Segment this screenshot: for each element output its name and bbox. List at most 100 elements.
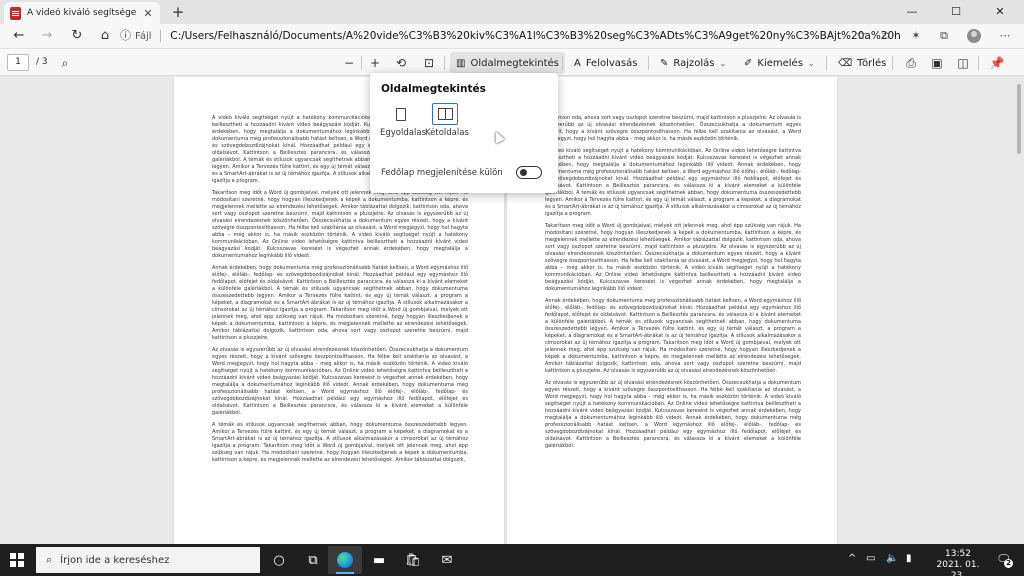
popup-title: Oldalmegtekintés (381, 83, 486, 95)
single-page-icon (387, 103, 413, 125)
read-aloud-button[interactable]: A Felolvasás (568, 52, 643, 74)
draw-label: Rajzolás (673, 57, 715, 69)
network-icon[interactable]: ▭ (866, 553, 875, 564)
scrollbar-thumb[interactable] (1017, 84, 1021, 154)
url-scheme-label: Fájl (135, 30, 152, 42)
info-icon[interactable]: ⓘ (120, 28, 131, 44)
toolbar-divider (562, 56, 563, 70)
mail-icon[interactable]: ✉ (430, 546, 464, 574)
store-icon[interactable]: 🛍 (396, 546, 430, 574)
paragraph: Annak érdekében, hogy dokumentuma még pr… (545, 298, 801, 374)
windows-start-icon[interactable] (10, 553, 24, 567)
edge-logo-icon (337, 552, 353, 568)
file-explorer-icon[interactable]: ▬ (362, 546, 396, 574)
favorites-icon[interactable]: ✶ (908, 28, 924, 44)
back-icon[interactable]: ← (10, 28, 28, 44)
two-page-option[interactable]: Kétoldalas (425, 103, 469, 138)
chevron-down-icon[interactable]: ⌄ (720, 59, 727, 68)
save-as-icon[interactable]: ◫ (954, 54, 972, 72)
page-view-icon: ▥ (456, 57, 466, 69)
erase-label: Törlés (857, 57, 887, 69)
paragraph: Az olvasás is egyszerűbb az új olvasási … (545, 380, 801, 449)
print-icon[interactable]: ⎙ (902, 54, 920, 72)
search-placeholder: Írjon ide a kereséshez (60, 554, 170, 566)
search-icon[interactable]: ⌕ (56, 54, 74, 72)
toolbar-divider (648, 56, 649, 70)
draw-button[interactable]: ✎ Rajzolás ⌄ (654, 52, 732, 74)
more-menu-icon[interactable]: ⋯ (997, 28, 1013, 44)
save-icon[interactable]: ▣ (928, 54, 946, 72)
new-tab-button[interactable]: + (168, 3, 188, 21)
two-page-label: Kétoldalas (425, 128, 469, 138)
zoom-out-icon[interactable]: − (340, 54, 358, 72)
collections-icon[interactable]: ⧉ (936, 28, 952, 44)
url-text: C:/Users/Felhasználó/Documents/A%20vide%… (170, 30, 900, 42)
forward-icon[interactable]: → (38, 28, 56, 44)
zoom-in-icon[interactable]: + (366, 54, 384, 72)
page-text: kattintson oda, ahova sort vagy oszlopot… (545, 115, 801, 455)
highlight-label: Kiemelés (757, 57, 803, 69)
paragraph: Az olvasás is egyszerűbb az új olvasási … (212, 347, 468, 416)
pin-icon[interactable]: 📌 (988, 54, 1006, 72)
cortana-icon[interactable]: ○ (262, 546, 296, 574)
maximize-button[interactable]: ☐ (934, 0, 978, 24)
battery-icon[interactable]: ▮ (906, 553, 912, 564)
taskbar-search-input[interactable]: ⌕ Írjon ide a kereséshez (36, 547, 260, 573)
task-view-icon[interactable]: ⧉ (296, 546, 330, 574)
highlighter-icon: ✐ (744, 57, 753, 69)
scrollbar[interactable] (1017, 80, 1022, 540)
clock-time: 13:52 (945, 549, 971, 559)
paragraph: kattintson oda, ahova sort vagy oszlopot… (545, 115, 801, 142)
paragraph: Annak érdekében, hogy dokumentuma még pr… (212, 265, 468, 341)
paragraph: Takarítson meg időt a Word új gombjaival… (545, 223, 801, 292)
tab-close-button[interactable]: ✕ (142, 7, 154, 20)
notification-count-badge: 2 (1004, 559, 1013, 568)
search-icon: ⌕ (46, 553, 53, 566)
erase-button[interactable]: ⌫ Törlés (832, 52, 892, 74)
favorite-star-icon[interactable]: ☆ (856, 28, 867, 42)
fit-page-icon[interactable]: ⊡ (420, 54, 438, 72)
two-page-icon (432, 103, 458, 125)
edge-taskbar-icon[interactable] (328, 546, 362, 574)
page-view-label: Oldalmegtekintés (470, 57, 559, 69)
rotate-icon[interactable]: ⟲ (392, 54, 410, 72)
profile-avatar[interactable] (967, 29, 981, 43)
single-page-label: Egyoldalas (380, 128, 426, 138)
read-aloud-label: Felolvasás (585, 57, 638, 69)
tab-title: A videó kiváló segítséget nyújt a (27, 8, 136, 18)
url-field[interactable]: ⓘ Fájl C:/Users/Felhasználó/Documents/A%… (120, 27, 900, 45)
url-divider (159, 30, 161, 42)
highlight-button[interactable]: ✐ Kiemelés ⌄ (738, 52, 821, 74)
toolbar-divider (978, 56, 979, 70)
cover-page-toggle[interactable] (516, 166, 542, 179)
pdf-toolbar: 1 / 3 ⌕ − + ⟲ ⊡ ▥ Oldalmegtekintés A Fel… (0, 48, 1024, 76)
clock-date: 2021. 01. 23. (936, 560, 980, 576)
single-page-option[interactable]: Egyoldalas (380, 103, 426, 138)
paragraph: Takarítson meg időt a Word új gombjaival… (212, 190, 468, 259)
tab-strip: A videó kiváló segítséget nyújt a ✕ + — … (0, 0, 1024, 24)
cover-page-label: Fedőlap megjelenítése külön (381, 168, 503, 178)
toolbar-divider (892, 56, 893, 70)
page-total: / 3 (36, 57, 48, 67)
collections-add-icon[interactable]: ✩ (878, 28, 894, 44)
volume-icon[interactable]: 🔈 (886, 553, 898, 564)
pdf-icon (10, 6, 21, 20)
eraser-icon: ⌫ (838, 57, 853, 69)
tray-chevron-icon[interactable]: ^ (848, 553, 856, 564)
browser-tab[interactable]: A videó kiváló segítséget nyújt a ✕ (4, 2, 160, 24)
close-window-button[interactable]: ✕ (978, 0, 1022, 24)
home-icon[interactable]: ⌂ (96, 28, 114, 44)
toolbar-divider (826, 56, 827, 70)
draw-pen-icon: ✎ (660, 57, 669, 69)
taskbar: ⌕ Írjon ide a kereséshez ○ ⧉ ▬ 🛍 ✉ ^ ▭ 🔈… (0, 544, 1024, 576)
toolbar-divider (361, 56, 362, 70)
page-view-popup: Oldalmegtekintés Egyoldalas Kétoldalas F… (370, 73, 558, 193)
refresh-icon[interactable]: ↻ (68, 28, 86, 44)
page-view-button[interactable]: ▥ Oldalmegtekintés (450, 52, 565, 74)
taskbar-clock[interactable]: 13:52 2021. 01. 23. (928, 549, 988, 576)
page-number-input[interactable]: 1 (7, 54, 29, 71)
address-bar: ← → ↻ ⌂ ⓘ Fájl C:/Users/Felhasználó/Docu… (0, 24, 1024, 48)
minimize-button[interactable]: — (890, 0, 934, 24)
chevron-down-icon[interactable]: ⌄ (808, 59, 815, 68)
paragraph: A videó kiváló segítséget nyújt a hatéko… (545, 148, 801, 217)
